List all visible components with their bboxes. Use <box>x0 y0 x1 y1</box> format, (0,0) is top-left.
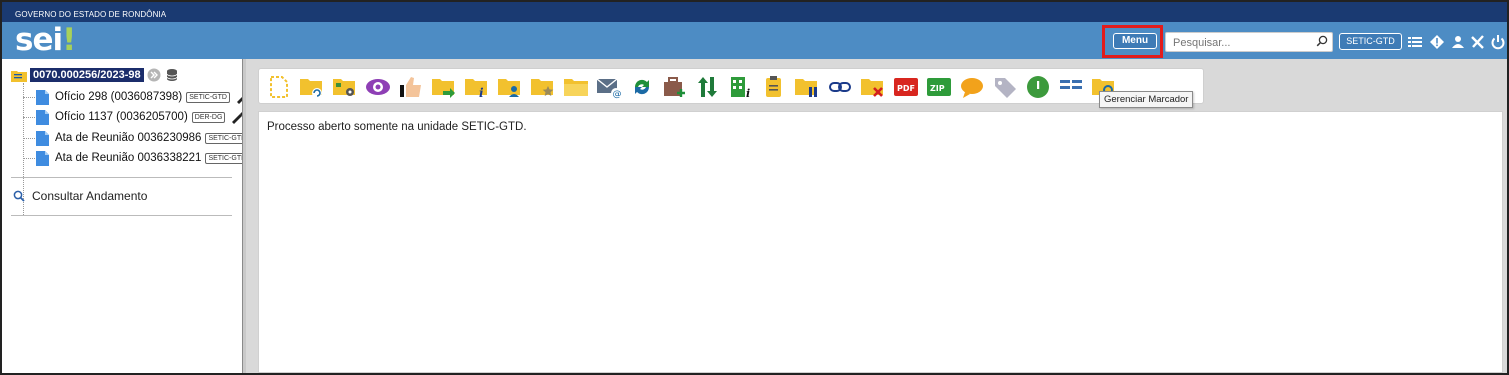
document-label[interactable]: Ata de Reunião 0036338221 <box>55 152 201 164</box>
process-message: Processo aberto somente na unidade SETIC… <box>267 121 527 133</box>
document-icon <box>36 109 49 125</box>
tree-branch <box>23 138 35 139</box>
process-number[interactable]: 0070.000256/2023-98 <box>30 68 144 82</box>
process-toolbar: i @ i PDF ZIP <box>258 68 1204 104</box>
tree-root[interactable]: 0070.000256/2023-98 <box>11 67 179 83</box>
svg-text:i: i <box>746 87 750 99</box>
svg-text:i: i <box>479 86 484 99</box>
folder-refresh-icon[interactable] <box>299 75 325 99</box>
search-box <box>1165 32 1333 52</box>
search-icon[interactable] <box>1316 35 1328 47</box>
document-icon <box>36 150 49 166</box>
tooltip-gerenciar-marcador: Gerenciar Marcador <box>1099 91 1194 108</box>
folder-pause-icon[interactable] <box>794 75 820 99</box>
tree-item[interactable]: Ofício 298 (0036087398) SETIC-GTD <box>36 89 249 105</box>
alert-icon[interactable] <box>1429 34 1445 50</box>
consultar-label[interactable]: Consultar Andamento <box>32 189 147 203</box>
menu-highlight-box <box>1102 25 1163 58</box>
consultar-andamento-link[interactable]: Consultar Andamento <box>13 189 147 203</box>
eye-icon[interactable] <box>365 75 391 99</box>
main-area: i @ i PDF ZIP Gerenciar Marcador Process… <box>246 59 1507 373</box>
up-down-arrows-icon[interactable] <box>695 75 721 99</box>
user-icon[interactable] <box>1450 34 1466 50</box>
unit-button[interactable]: SETIC-GTD <box>1339 33 1402 50</box>
content-area: Processo aberto somente na unidade SETIC… <box>258 111 1503 373</box>
header-bar: sei! Menu SETIC-GTD <box>2 22 1507 59</box>
list-view-icon[interactable] <box>1058 75 1084 99</box>
database-icon[interactable] <box>165 68 179 82</box>
thumbs-up-icon[interactable] <box>398 75 424 99</box>
marker-icon[interactable] <box>1025 75 1051 99</box>
folder-delete-icon[interactable] <box>860 75 886 99</box>
new-document-icon[interactable] <box>266 75 292 99</box>
zip-icon[interactable]: ZIP <box>926 75 952 99</box>
building-info-icon[interactable]: i <box>728 75 754 99</box>
tree-branch <box>23 158 35 159</box>
tree-item[interactable]: Ofício 1137 (0036205700) DER-DG <box>36 109 245 125</box>
tree-item[interactable]: Ata de Reunião 0036338221 SETIC-GTD <box>36 150 250 166</box>
divider <box>11 177 232 178</box>
divider <box>11 215 232 216</box>
sei-logo[interactable]: sei! <box>15 23 76 57</box>
document-icon <box>36 89 49 105</box>
folder-open-icon <box>11 70 27 82</box>
sync-icon[interactable] <box>629 75 655 99</box>
folder-user-icon[interactable] <box>497 75 523 99</box>
power-icon[interactable] <box>1490 34 1506 50</box>
briefcase-add-icon[interactable] <box>662 75 688 99</box>
document-label[interactable]: Ata de Reunião 0036230986 <box>55 132 201 144</box>
tree-item[interactable]: Ata de Reunião 0036230986 SETIC-GTD <box>36 130 250 146</box>
clipboard-icon[interactable] <box>761 75 787 99</box>
email-icon[interactable]: @ <box>596 75 622 99</box>
tag-icon[interactable] <box>992 75 1018 99</box>
folder-icon[interactable] <box>563 75 589 99</box>
process-tree-panel: 0070.000256/2023-98 Ofício 298 (00360873… <box>2 59 250 373</box>
folder-settings-icon[interactable] <box>332 75 358 99</box>
folder-star-icon[interactable] <box>530 75 556 99</box>
tree-branch <box>23 97 35 98</box>
pdf-icon[interactable]: PDF <box>893 75 919 99</box>
svg-text:ZIP: ZIP <box>930 84 945 93</box>
folder-send-icon[interactable] <box>431 75 457 99</box>
folder-info-icon[interactable]: i <box>464 75 490 99</box>
search-icon <box>13 190 25 202</box>
tools-icon[interactable] <box>1470 34 1486 50</box>
search-input[interactable] <box>1166 34 1306 52</box>
unit-tag: SETIC-GTD <box>186 91 230 103</box>
link-icon[interactable] <box>827 75 853 99</box>
tree-branch <box>23 117 35 118</box>
document-icon <box>36 130 49 146</box>
list-icon[interactable] <box>1407 34 1423 50</box>
gov-title: GOVERNO DO ESTADO DE RONDÔNIA <box>2 2 1507 22</box>
document-label[interactable]: Ofício 1137 (0036205700) <box>55 111 188 123</box>
comment-icon[interactable] <box>959 75 985 99</box>
document-label[interactable]: Ofício 298 (0036087398) <box>55 91 182 103</box>
unit-tag: DER-DG <box>191 111 226 123</box>
svg-text:PDF: PDF <box>897 84 915 93</box>
svg-text:@: @ <box>613 90 622 100</box>
forward-icon[interactable] <box>147 68 161 82</box>
